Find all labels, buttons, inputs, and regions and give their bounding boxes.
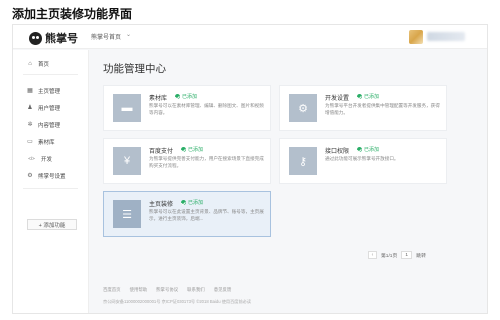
- status-label: 已添加: [182, 94, 198, 100]
- home-icon: ⌂: [28, 61, 32, 67]
- settings-icon: ⚙: [27, 173, 33, 179]
- user-name-blurred[interactable]: [427, 32, 465, 41]
- card-description: 熊掌号可以在素材库管理、编辑、删除图文、图片和视频等内容。: [149, 103, 264, 115]
- feature-card-materials[interactable]: ▬ 素材库 已添加 熊掌号可以在素材库管理、编辑、删除图文、图片和视频等内容。: [103, 85, 271, 131]
- feature-card-baidu-pay[interactable]: ¥ 百度支付 已添加 为熊掌号提供完善支付能力，用户在搜索场景下直接完成购买支付…: [103, 138, 271, 184]
- prev-page-button[interactable]: ‹: [368, 251, 377, 259]
- feature-card-homepage-decoration[interactable]: ☰ 主页装修 已添加 熊掌号可以在此设置主页背景、品牌节、账号等，主页展示，进行…: [103, 191, 271, 237]
- card-description: 通过此功能可展示熊掌号开放接口。: [325, 156, 399, 161]
- yen-icon: ¥: [113, 147, 141, 175]
- page-indicator: 第1/1页: [381, 253, 398, 259]
- card-title: 主页装修: [149, 202, 174, 208]
- jump-button[interactable]: 跳转: [416, 252, 426, 259]
- sidebar-item-content[interactable]: ✲ 内容管理: [27, 121, 60, 129]
- card-description: 为熊掌号提供完善支付能力，用户在搜索场景下直接完成购买支付流程。: [149, 156, 264, 168]
- card-title: 素材库: [149, 96, 168, 102]
- feature-card-api-permissions[interactable]: ⚷ 接口权限 已添加 通过此功能可展示熊掌号开放接口。: [279, 138, 447, 184]
- check-circle-icon: [357, 94, 362, 99]
- check-circle-icon: [357, 147, 362, 152]
- status-badge: 已添加: [175, 93, 197, 100]
- gear-icon: ⚙: [289, 94, 317, 122]
- sidebar-item-label: 素材库: [38, 140, 55, 146]
- gear-icon: ✲: [27, 122, 33, 128]
- sidebar-item-home[interactable]: ⌂ 首页: [27, 60, 49, 68]
- account-switcher[interactable]: 熊掌号首页: [91, 32, 121, 41]
- footer-link[interactable]: 使用帮助: [130, 287, 148, 293]
- folder-icon: ▬: [113, 94, 141, 122]
- sidebar-item-label: 用户管理: [38, 106, 61, 112]
- paw-logo-icon: [29, 31, 42, 45]
- app-window: 熊掌号 熊掌号首页 ⌄ ⌂ 首页 ▦ 主页管理 ♟ 用户管理 ✲ 内容管理 ▭ …: [12, 24, 488, 314]
- check-circle-icon: [175, 94, 180, 99]
- sidebar-divider: [23, 74, 78, 75]
- code-icon: </>: [28, 156, 35, 161]
- card-title: 百度支付: [149, 149, 174, 155]
- footer-copyright: 京公网安备11000002000001号 京ICP证030173号 ©2018 …: [103, 299, 252, 304]
- page-title: 功能管理中心: [103, 63, 166, 75]
- footer-link[interactable]: 百度首页: [103, 287, 121, 293]
- status-badge: 已添加: [181, 146, 203, 153]
- card-description: 熊掌号可以在此设置主页背景、品牌节、账号等，主页展示，进行主页装饰，后端...: [149, 209, 264, 221]
- sliders-icon: ☰: [113, 200, 141, 228]
- user-icon: ♟: [27, 105, 33, 111]
- feature-card-dev-settings[interactable]: ⚙ 开发设置 已添加 为熊掌号平台开发者提供集中管理配置等开发服务，获得增值能力…: [279, 85, 447, 131]
- sidebar-item-materials[interactable]: ▭ 素材库: [27, 138, 55, 146]
- status-badge: 已添加: [181, 199, 203, 206]
- sidebar-item-account-settings[interactable]: ⚙ 熊掌号设置: [27, 172, 66, 180]
- footer-link[interactable]: 熊掌号协议: [156, 287, 178, 293]
- status-label: 已添加: [188, 200, 204, 206]
- card-title: 接口权限: [325, 149, 350, 155]
- page-caption: 添加主页装修功能界面: [12, 7, 133, 21]
- sidebar: ⌂ 首页 ▦ 主页管理 ♟ 用户管理 ✲ 内容管理 ▭ 素材库 </> 开发 ⚙…: [13, 50, 89, 313]
- sidebar-item-label: 首页: [38, 62, 50, 68]
- card-description: 为熊掌号平台开发者提供集中管理配置等开发服务，获得增值能力。: [325, 103, 440, 115]
- sidebar-item-label: 开发: [41, 157, 53, 163]
- top-bar: 熊掌号 熊掌号首页 ⌄: [13, 25, 487, 49]
- footer-links: 百度首页 使用帮助 熊掌号协议 联系我们 意见反馈: [103, 287, 231, 293]
- logo[interactable]: 熊掌号: [29, 30, 78, 46]
- status-label: 已添加: [188, 147, 204, 153]
- pagination: ‹ 第1/1页 1 跳转: [368, 251, 426, 259]
- page-number-input[interactable]: 1: [401, 251, 413, 259]
- sidebar-item-dev[interactable]: </> 开发: [27, 155, 52, 163]
- logo-text: 熊掌号: [45, 33, 78, 45]
- check-circle-icon: [181, 147, 186, 152]
- card-title: 开发设置: [325, 96, 350, 102]
- status-label: 已添加: [364, 94, 380, 100]
- footer-link[interactable]: 联系我们: [187, 287, 205, 293]
- folder-icon: ▭: [27, 139, 33, 145]
- key-icon: ⚷: [289, 147, 317, 175]
- check-circle-icon: [181, 200, 186, 205]
- avatar[interactable]: [409, 30, 423, 44]
- grid-icon: ▦: [27, 88, 33, 94]
- add-function-button[interactable]: + 添加功能: [27, 219, 77, 230]
- status-label: 已添加: [364, 147, 380, 153]
- sidebar-divider: [23, 188, 78, 189]
- sidebar-item-homepage-manage[interactable]: ▦ 主页管理: [27, 87, 60, 95]
- sidebar-item-users[interactable]: ♟ 用户管理: [27, 104, 60, 112]
- sidebar-item-label: 内容管理: [38, 123, 61, 129]
- sidebar-item-label: 熊掌号设置: [38, 174, 66, 180]
- sidebar-item-label: 主页管理: [38, 89, 61, 95]
- footer-link[interactable]: 意见反馈: [214, 287, 232, 293]
- chevron-down-icon[interactable]: ⌄: [126, 31, 131, 38]
- status-badge: 已添加: [357, 93, 379, 100]
- status-badge: 已添加: [357, 146, 379, 153]
